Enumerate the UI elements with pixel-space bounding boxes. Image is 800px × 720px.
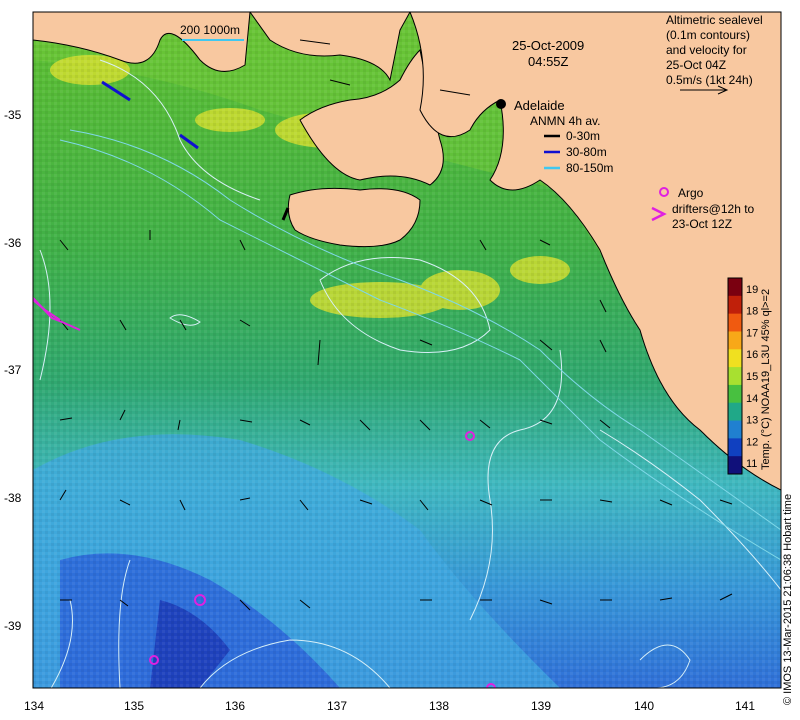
- colorbar-tick: 16: [746, 349, 758, 361]
- lon-tick: 137: [327, 699, 347, 713]
- altimetry-note-line: 0.5m/s (1kt 24h): [666, 73, 753, 87]
- anmn-legend-title: ANMN 4h av.: [530, 114, 600, 128]
- lon-tick: 140: [634, 699, 654, 713]
- colorbar-tick: 13: [746, 415, 758, 427]
- altimetry-note-line: and velocity for: [666, 43, 747, 57]
- colorbar-swatch: [728, 438, 742, 457]
- lat-tick: -36: [4, 236, 22, 250]
- lon-tick: 139: [531, 699, 551, 713]
- date-label: 25-Oct-2009: [512, 38, 584, 53]
- anmn-legend-item: 80-150m: [566, 161, 613, 175]
- x-axis: 134 135 136 137 138 139 140 141: [24, 699, 755, 713]
- colorbar-swatch: [728, 402, 742, 422]
- credit-text: © IMOS 13-Mar-2015 21:06:38 Hobart time: [782, 493, 794, 705]
- colorbar-tick: 11: [746, 458, 757, 470]
- colorbar-swatch: [728, 367, 742, 386]
- lat-tick: -39: [4, 619, 22, 633]
- lat-tick: -38: [4, 491, 22, 505]
- city-label: Adelaide: [514, 98, 565, 113]
- colorbar-swatch: [728, 331, 742, 350]
- lat-tick: -37: [4, 363, 22, 377]
- lon-tick: 138: [429, 699, 449, 713]
- drifter-legend-line: 23-Oct 12Z: [672, 217, 732, 231]
- colorbar-tick: 18: [746, 306, 758, 318]
- colorbar-swatch: [728, 313, 742, 332]
- colorbar-tick: 15: [746, 371, 758, 383]
- lon-tick: 134: [24, 699, 44, 713]
- lon-tick: 136: [225, 699, 245, 713]
- colorbar-swatch: [728, 349, 742, 368]
- argo-legend-label: Argo: [678, 186, 704, 200]
- anmn-legend-item: 30-80m: [566, 145, 607, 159]
- altimetry-note-line: 25-Oct 04Z: [666, 58, 726, 72]
- anmn-legend-item: 0-30m: [566, 129, 600, 143]
- adelaide-marker[interactable]: [496, 99, 506, 109]
- time-label: 04:55Z: [528, 54, 569, 69]
- altimetry-note-line: (0.1m contours): [666, 28, 750, 42]
- drifter-legend-line: drifters@12h to: [672, 202, 755, 216]
- colorbar-tick: 12: [746, 436, 758, 448]
- colorbar-swatch: [728, 420, 742, 439]
- colorbar-tick: 19: [746, 284, 758, 296]
- lon-tick: 135: [124, 699, 144, 713]
- colorbar-swatch: [728, 384, 742, 404]
- lon-tick: 141: [735, 699, 755, 713]
- colorbar-swatch: [728, 295, 742, 315]
- colorbar-tick: 14: [746, 393, 758, 405]
- colorbar-tick: 17: [746, 327, 758, 339]
- scale-bar-label: 200 1000m: [180, 23, 240, 37]
- colorbar-swatch: [728, 278, 742, 297]
- lat-tick: -35: [4, 108, 22, 122]
- sst-map[interactable]: 134 135 136 137 138 139 140 141 -35 -36 …: [0, 0, 800, 720]
- colorbar-title: Temp. (°C) NOAA19_L3U 45% ql>=2: [760, 288, 772, 470]
- y-axis: -35 -36 -37 -38 -39: [4, 108, 22, 633]
- colorbar-swatch: [728, 456, 742, 475]
- altimetry-note-line: Altimetric sealevel: [666, 13, 763, 27]
